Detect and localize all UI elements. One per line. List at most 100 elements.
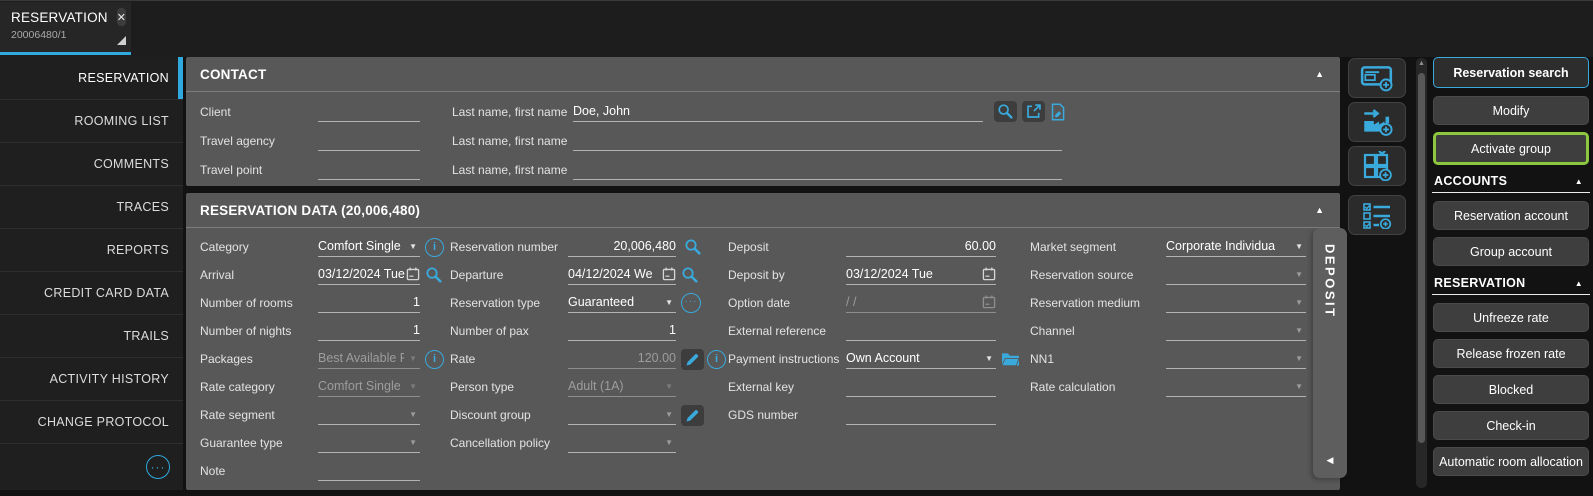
calendar-icon[interactable] bbox=[982, 295, 996, 309]
info-icon[interactable] bbox=[425, 238, 444, 257]
sidebar: RESERVATION ROOMING LIST COMMENTS TRACES… bbox=[0, 57, 183, 490]
external-key-field[interactable] bbox=[846, 377, 996, 397]
deposit-field[interactable]: 60.00 bbox=[846, 237, 996, 257]
reservation-medium-label: Reservation medium bbox=[1030, 296, 1166, 310]
guarantee-type-dropdown[interactable] bbox=[318, 433, 420, 453]
new-credit-card-button[interactable] bbox=[1348, 58, 1406, 98]
departure-date-field[interactable]: 04/12/2024 We bbox=[568, 265, 676, 285]
client-edit-profile-button[interactable] bbox=[1050, 103, 1066, 121]
quick-action-column bbox=[1348, 58, 1406, 235]
collapse-icon[interactable]: ▲ bbox=[1575, 177, 1583, 186]
travel-agency-code-field[interactable] bbox=[318, 131, 420, 151]
new-walk-in-button[interactable] bbox=[1348, 102, 1406, 142]
client-open-button[interactable] bbox=[1022, 101, 1045, 122]
number-of-rooms-field[interactable]: 1 bbox=[318, 293, 420, 313]
rate-segment-dropdown[interactable] bbox=[318, 405, 420, 425]
rate-field[interactable]: 120.00 bbox=[568, 349, 676, 369]
scroll-up-icon[interactable]: ▲ bbox=[1416, 60, 1427, 67]
sidebar-item-trails[interactable]: TRAILS bbox=[0, 315, 183, 358]
calendar-icon[interactable] bbox=[662, 267, 676, 281]
new-trace-list-button[interactable] bbox=[1348, 195, 1406, 235]
info-icon[interactable] bbox=[425, 350, 444, 369]
sidebar-item-change-protocol[interactable]: CHANGE PROTOCOL bbox=[0, 401, 183, 444]
market-segment-dropdown[interactable]: Corporate Individua bbox=[1166, 237, 1306, 257]
gds-number-field[interactable] bbox=[846, 405, 996, 425]
collapse-icon[interactable]: ▲ bbox=[1315, 205, 1324, 215]
collapse-icon[interactable]: ▲ bbox=[1315, 69, 1324, 79]
vertical-scrollbar[interactable]: ▲ bbox=[1416, 58, 1427, 488]
calendar-icon[interactable] bbox=[406, 267, 420, 281]
deposit-label: Deposit bbox=[728, 240, 846, 254]
external-reference-field[interactable] bbox=[846, 321, 996, 341]
sidebar-item-comments[interactable]: COMMENTS bbox=[0, 143, 183, 186]
nn1-dropdown[interactable] bbox=[1166, 349, 1306, 369]
unfreeze-rate-button[interactable]: Unfreeze rate bbox=[1433, 303, 1589, 332]
search-icon[interactable] bbox=[681, 266, 699, 284]
sidebar-item-credit-card-data[interactable]: CREDIT CARD DATA bbox=[0, 272, 183, 315]
close-icon[interactable]: ✕ bbox=[117, 8, 126, 26]
cancellation-policy-dropdown[interactable] bbox=[568, 433, 676, 453]
reservation-number-field[interactable]: 20,006,480 bbox=[568, 237, 676, 257]
packages-dropdown[interactable]: Best Available R bbox=[318, 349, 420, 369]
deposit-by-date-field[interactable]: 03/12/2024 Tue bbox=[846, 265, 996, 285]
travel-point-code-field[interactable] bbox=[318, 160, 420, 180]
blocked-button[interactable]: Blocked bbox=[1433, 375, 1589, 404]
collapse-left-icon[interactable]: ◀ bbox=[1327, 455, 1334, 466]
automatic-room-allocation-button[interactable]: Automatic room allocation bbox=[1433, 447, 1589, 476]
scrollbar-thumb[interactable] bbox=[1418, 73, 1425, 443]
number-of-pax-field[interactable]: 1 bbox=[568, 321, 676, 341]
note-field[interactable] bbox=[318, 461, 420, 481]
reservation-account-button[interactable]: Reservation account bbox=[1433, 201, 1589, 230]
travel-agency-label: Travel agency bbox=[200, 134, 318, 148]
number-of-nights-label: Number of nights bbox=[200, 324, 318, 338]
search-icon[interactable] bbox=[425, 266, 443, 284]
sidebar-item-rooming-list[interactable]: ROOMING LIST bbox=[0, 100, 183, 143]
person-type-dropdown[interactable]: Adult (1A) bbox=[568, 377, 676, 397]
collapse-icon[interactable]: ▲ bbox=[1575, 279, 1583, 288]
arrival-date-field[interactable]: 03/12/2024 Tue bbox=[318, 265, 420, 285]
client-name-field[interactable]: Doe, John bbox=[573, 102, 983, 122]
channel-dropdown[interactable] bbox=[1166, 321, 1306, 341]
gds-number-label: GDS number bbox=[728, 408, 846, 422]
reservation-medium-dropdown[interactable] bbox=[1166, 293, 1306, 313]
folder-icon[interactable] bbox=[1001, 352, 1020, 367]
options-ellipsis-icon[interactable] bbox=[681, 293, 701, 313]
category-dropdown[interactable]: Comfort Single bbox=[318, 237, 420, 257]
client-code-field[interactable] bbox=[318, 102, 420, 122]
check-in-button[interactable]: Check-in bbox=[1433, 411, 1589, 440]
sidebar-item-activity-history[interactable]: ACTIVITY HISTORY bbox=[0, 358, 183, 401]
activate-group-button[interactable]: Activate group bbox=[1433, 132, 1589, 165]
travel-agency-name-field[interactable] bbox=[573, 131, 1062, 151]
reservation-search-button[interactable]: Reservation search bbox=[1433, 57, 1589, 88]
payment-instructions-dropdown[interactable]: Own Account bbox=[846, 349, 996, 369]
option-date-field[interactable]: / / bbox=[846, 293, 996, 313]
discount-group-dropdown[interactable] bbox=[568, 405, 676, 425]
discount-edit-button[interactable] bbox=[681, 405, 704, 426]
travel-point-name-field[interactable] bbox=[573, 160, 1062, 180]
modify-button[interactable]: Modify bbox=[1433, 96, 1589, 125]
rate-category-dropdown[interactable]: Comfort Single (CS) bbox=[318, 377, 420, 397]
rate-calculation-dropdown[interactable] bbox=[1166, 377, 1306, 397]
reservation-source-dropdown[interactable] bbox=[1166, 265, 1306, 285]
more-options-icon[interactable]: ··· bbox=[146, 455, 170, 479]
external-reference-label: External reference bbox=[728, 324, 846, 338]
tab-title: RESERVATION bbox=[11, 10, 108, 25]
sidebar-item-reports[interactable]: REPORTS bbox=[0, 229, 183, 272]
option-date-label: Option date bbox=[728, 296, 846, 310]
group-account-button[interactable]: Group account bbox=[1433, 237, 1589, 266]
calendar-icon[interactable] bbox=[982, 267, 996, 281]
reservation-type-dropdown[interactable]: Guaranteed bbox=[568, 293, 676, 313]
info-icon[interactable] bbox=[707, 350, 726, 369]
cancellation-policy-label: Cancellation policy bbox=[450, 436, 568, 450]
rate-edit-button[interactable] bbox=[681, 349, 704, 370]
tab-reservation[interactable]: RESERVATION ✕ 20006480/1 bbox=[0, 2, 131, 55]
sidebar-item-label: REPORTS bbox=[107, 243, 169, 257]
new-package-button[interactable] bbox=[1348, 146, 1406, 186]
sidebar-item-traces[interactable]: TRACES bbox=[0, 186, 183, 229]
number-of-nights-field[interactable]: 1 bbox=[318, 321, 420, 341]
sidebar-item-reservation[interactable]: RESERVATION bbox=[0, 57, 183, 100]
release-frozen-rate-button[interactable]: Release frozen rate bbox=[1433, 339, 1589, 368]
deposit-side-tab[interactable]: DEPOSIT ◀ bbox=[1313, 228, 1347, 478]
reservation-search-button[interactable] bbox=[681, 237, 704, 258]
client-search-button[interactable] bbox=[994, 101, 1017, 122]
